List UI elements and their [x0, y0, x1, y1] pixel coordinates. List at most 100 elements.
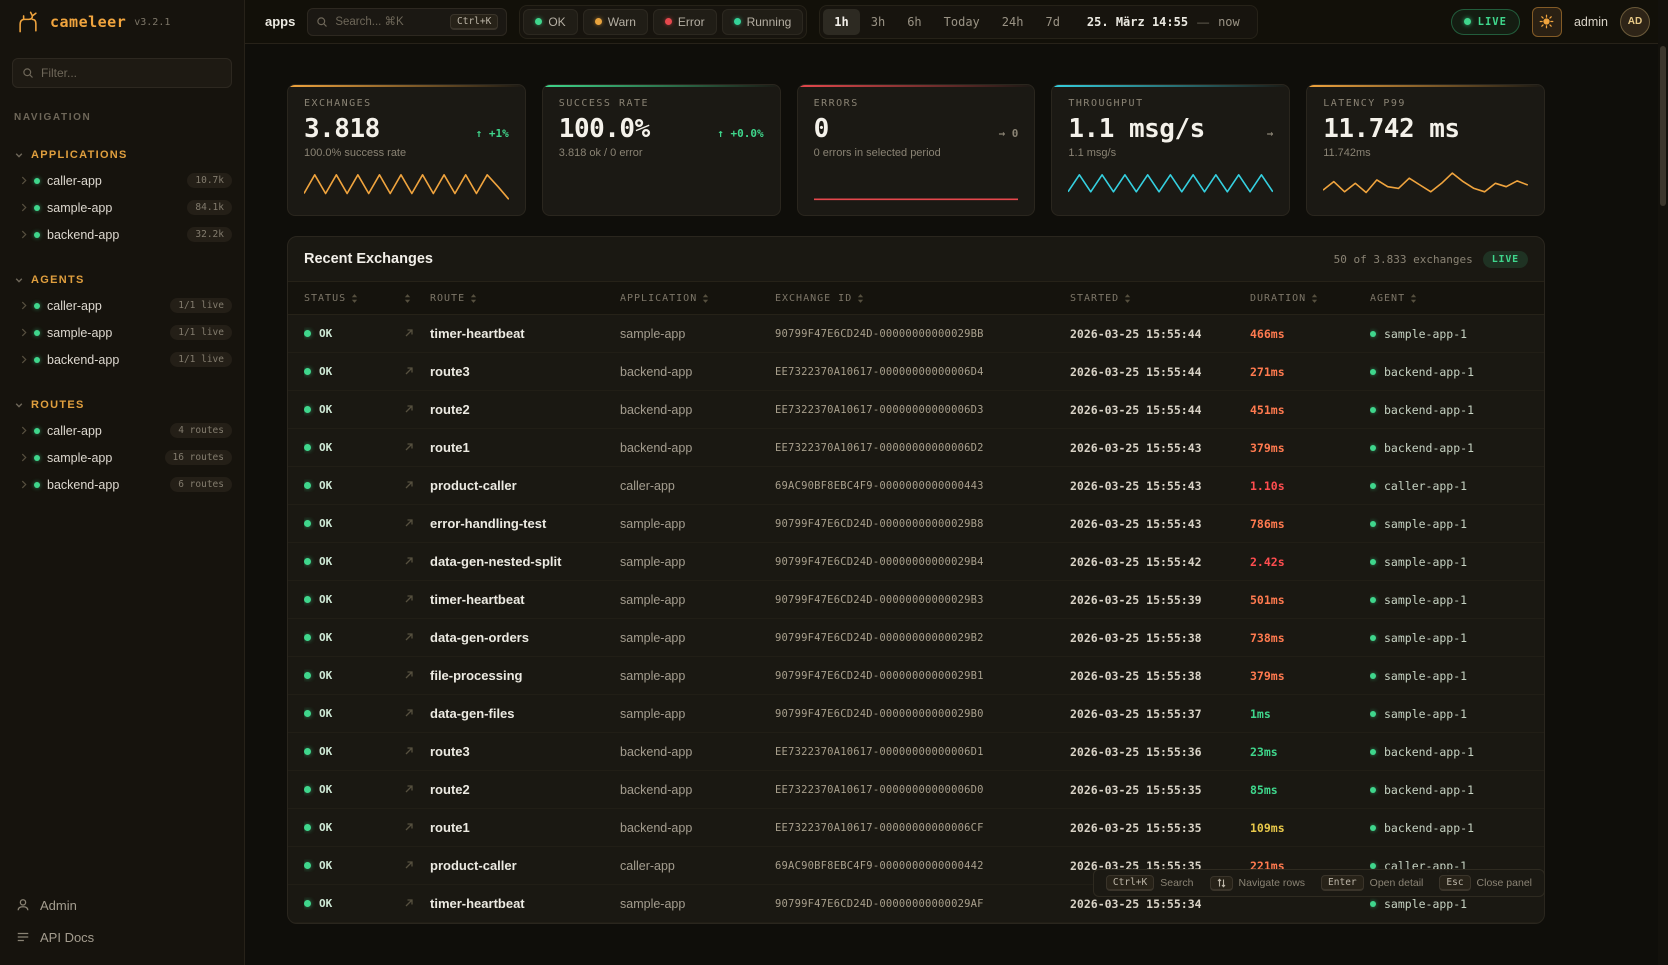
sidebar-item-backend-app[interactable]: backend-app 1/1 live [0, 346, 244, 373]
cell-started: 2026-03-25 15:55:37 [1070, 707, 1250, 721]
sidebar-item-sample-app[interactable]: sample-app 1/1 live [0, 319, 244, 346]
range-button-today[interactable]: Today [933, 9, 991, 35]
section-header-agents[interactable]: AGENTS [0, 268, 244, 292]
cell-open-detail[interactable] [404, 667, 430, 685]
keyboard-hints: Ctrl+K Search Navigate rows Enter Open d… [1093, 869, 1545, 897]
cell-route: timer-heartbeat [430, 326, 620, 341]
logo: cameleer v3.2.1 [0, 0, 244, 44]
open-detail-icon [404, 518, 414, 528]
sidebar-item-api-docs[interactable]: API Docs [0, 921, 244, 953]
open-detail-icon [404, 898, 414, 908]
sidebar-filter-input[interactable] [41, 66, 222, 80]
hint-key [1210, 876, 1233, 891]
range-button-1h[interactable]: 1h [823, 9, 859, 35]
exchange-row[interactable]: OK route3 backend-app EE7322370A10617-00… [288, 733, 1544, 771]
exchange-row[interactable]: OK product-caller caller-app 69AC90BF8EB… [288, 467, 1544, 505]
sidebar-item-backend-app[interactable]: backend-app 32.2k [0, 221, 244, 248]
exchange-row[interactable]: OK file-processing sample-app 90799F47E6… [288, 657, 1544, 695]
cell-open-detail[interactable] [404, 401, 430, 419]
sidebar-filter[interactable] [12, 58, 232, 88]
sidebar-item-caller-app[interactable]: caller-app 1/1 live [0, 292, 244, 319]
agent-status-dot [1370, 825, 1376, 831]
exchange-row[interactable]: OK route1 backend-app EE7322370A10617-00… [288, 429, 1544, 467]
cell-duration: 379ms [1250, 669, 1370, 683]
agent-status-dot [1370, 901, 1376, 907]
search-input[interactable] [335, 16, 443, 28]
exchange-row[interactable]: OK timer-heartbeat sample-app 90799F47E6… [288, 581, 1544, 619]
range-button-3h[interactable]: 3h [860, 9, 896, 35]
cell-open-detail[interactable] [404, 895, 430, 913]
live-toggle[interactable]: LIVE [1451, 9, 1520, 35]
sidebar-item-caller-app[interactable]: caller-app 10.7k [0, 167, 244, 194]
stat-value: 1.1 msg/s [1068, 114, 1204, 144]
filter-chip-running[interactable]: Running [722, 9, 804, 35]
column-header-duration[interactable]: DURATION [1250, 293, 1370, 304]
column-header-exchange-id[interactable]: EXCHANGE ID [775, 293, 1070, 304]
avatar[interactable]: AD [1620, 7, 1650, 37]
global-search[interactable]: Ctrl+K [307, 8, 507, 36]
cell-duration: 379ms [1250, 441, 1370, 455]
stat-subtext: 100.0% success rate [304, 147, 509, 159]
cell-open-detail[interactable] [404, 553, 430, 571]
cell-open-detail[interactable] [404, 857, 430, 875]
chip-label: Running [747, 15, 792, 29]
range-button-24h[interactable]: 24h [991, 9, 1035, 35]
column-header-agent[interactable]: AGENT [1370, 293, 1528, 304]
column-header-started[interactable]: STARTED [1070, 293, 1250, 304]
sidebar-item-admin[interactable]: Admin [0, 889, 244, 921]
nav-section-agents: AGENTS caller-app 1/1 live sample-app 1/… [0, 268, 244, 373]
cell-open-detail[interactable] [404, 743, 430, 761]
cell-open-detail[interactable] [404, 629, 430, 647]
stat-card-errors: ERRORS 0 → 0 0 errors in selected period [797, 84, 1036, 216]
cell-open-detail[interactable] [404, 363, 430, 381]
exchange-row[interactable]: OK error-handling-test sample-app 90799F… [288, 505, 1544, 543]
card-accent-bar [1307, 85, 1544, 87]
cell-status: OK [304, 517, 404, 530]
cell-duration: 451ms [1250, 403, 1370, 417]
column-header-application[interactable]: APPLICATION [620, 293, 775, 304]
exchange-row[interactable]: OK data-gen-files sample-app 90799F47E6C… [288, 695, 1544, 733]
scrollbar-thumb[interactable] [1660, 46, 1666, 206]
sidebar-item-sample-app[interactable]: sample-app 16 routes [0, 444, 244, 471]
exchange-row[interactable]: OK route2 backend-app EE7322370A10617-00… [288, 391, 1544, 429]
exchange-row[interactable]: OK timer-heartbeat sample-app 90799F47E6… [288, 315, 1544, 353]
sparkline [1068, 164, 1273, 206]
column-header-status[interactable]: STATUS [304, 293, 404, 304]
cell-agent: caller-app-1 [1370, 479, 1528, 493]
cell-open-detail[interactable] [404, 325, 430, 343]
filter-chip-warn[interactable]: Warn [583, 9, 648, 35]
column-header-expand[interactable] [404, 294, 430, 303]
agent-status-dot [1370, 521, 1376, 527]
section-caret-icon [15, 151, 23, 159]
exchange-row[interactable]: OK data-gen-orders sample-app 90799F47E6… [288, 619, 1544, 657]
section-header-applications[interactable]: APPLICATIONS [0, 143, 244, 167]
agent-status-dot [1370, 483, 1376, 489]
main-area: apps Ctrl+K OK Warn Error Running 1h 3h … [245, 0, 1668, 965]
sidebar-item-sample-app[interactable]: sample-app 84.1k [0, 194, 244, 221]
sidebar-item-backend-app[interactable]: backend-app 6 routes [0, 471, 244, 498]
filter-chip-error[interactable]: Error [653, 9, 717, 35]
cell-open-detail[interactable] [404, 515, 430, 533]
cell-open-detail[interactable] [404, 439, 430, 457]
cell-application: caller-app [620, 479, 775, 493]
cell-open-detail[interactable] [404, 819, 430, 837]
sidebar-item-caller-app[interactable]: caller-app 4 routes [0, 417, 244, 444]
theme-toggle-button[interactable] [1532, 7, 1562, 37]
range-button-7d[interactable]: 7d [1034, 9, 1070, 35]
ok-status-dot [304, 482, 311, 489]
cell-open-detail[interactable] [404, 781, 430, 799]
exchange-row[interactable]: OK route1 backend-app EE7322370A10617-00… [288, 809, 1544, 847]
cell-agent: backend-app-1 [1370, 783, 1528, 797]
filter-chip-ok[interactable]: OK [523, 9, 577, 35]
section-header-routes[interactable]: ROUTES [0, 393, 244, 417]
cell-open-detail[interactable] [404, 477, 430, 495]
chevron-right-icon [21, 480, 27, 489]
exchange-row[interactable]: OK route2 backend-app EE7322370A10617-00… [288, 771, 1544, 809]
cell-open-detail[interactable] [404, 591, 430, 609]
cell-open-detail[interactable] [404, 705, 430, 723]
column-header-route[interactable]: ROUTE [430, 293, 620, 304]
scrollbar[interactable] [1658, 0, 1668, 965]
exchange-row[interactable]: OK route3 backend-app EE7322370A10617-00… [288, 353, 1544, 391]
range-button-6h[interactable]: 6h [896, 9, 932, 35]
exchange-row[interactable]: OK data-gen-nested-split sample-app 9079… [288, 543, 1544, 581]
